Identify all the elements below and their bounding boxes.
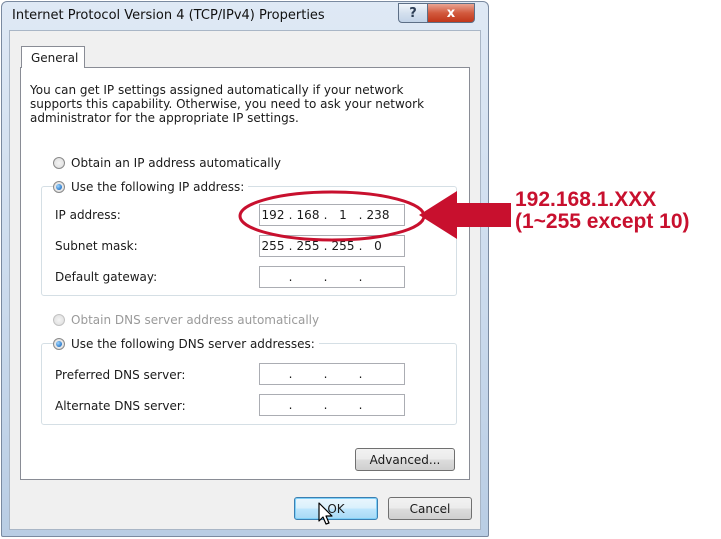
- octet-dot: .: [358, 367, 363, 381]
- tab-general[interactable]: General: [21, 46, 85, 68]
- close-button[interactable]: x: [427, 3, 475, 23]
- use-following-ip-radio[interactable]: Use the following IP address:: [53, 180, 249, 194]
- obtain-ip-auto-radio[interactable]: Obtain an IP address automatically: [53, 156, 286, 170]
- window-title: Internet Protocol Version 4 (TCP/IPv4) P…: [12, 8, 325, 23]
- radio-circle-checked: [53, 338, 65, 350]
- advanced-button[interactable]: Advanced...: [355, 448, 455, 471]
- octet-dot: .: [323, 398, 328, 412]
- octet-dot: .: [358, 270, 363, 284]
- octet: 192: [261, 208, 285, 222]
- octet: 0: [374, 239, 382, 253]
- octet: 255: [261, 239, 285, 253]
- octet-dot: .: [288, 208, 293, 222]
- radio-circle-checked: [53, 181, 65, 193]
- mouse-cursor-icon: [318, 502, 333, 525]
- octet-dot: .: [288, 239, 293, 253]
- callout-arrow-icon: [419, 191, 511, 239]
- use-following-dns-radio[interactable]: Use the following DNS server addresses:: [53, 337, 319, 351]
- description-text: You can get IP settings assigned automat…: [30, 83, 425, 125]
- obtain-ip-auto-label: Obtain an IP address automatically: [71, 156, 282, 170]
- octet: 255: [331, 239, 355, 253]
- obtain-dns-auto-label: Obtain DNS server address automatically: [71, 313, 320, 327]
- close-icon: x: [446, 5, 456, 21]
- default-gateway-input[interactable]: . . .: [259, 266, 405, 288]
- alternate-dns-input[interactable]: . . .: [259, 394, 405, 416]
- radio-circle: [53, 157, 65, 169]
- subnet-mask-label: Subnet mask:: [55, 239, 138, 253]
- octet: 168: [296, 208, 320, 222]
- ip-address-label: IP address:: [55, 208, 121, 222]
- octet-dot: .: [288, 270, 293, 284]
- use-following-dns-label: Use the following DNS server addresses:: [71, 337, 315, 351]
- ip-address-input[interactable]: 192. 168. 1. 238: [259, 204, 405, 226]
- cancel-button[interactable]: Cancel: [388, 497, 472, 520]
- ok-button[interactable]: OK: [294, 497, 378, 520]
- octet-dot: .: [288, 367, 293, 381]
- octet: 1: [339, 208, 347, 222]
- octet-dot: .: [358, 239, 363, 253]
- octet-dot: .: [323, 367, 328, 381]
- annotation-range-note: (1~255 except 10): [515, 210, 690, 233]
- help-button[interactable]: ?: [398, 3, 428, 23]
- octet-dot: .: [358, 208, 363, 222]
- obtain-dns-auto-radio[interactable]: Obtain DNS server address automatically: [53, 313, 324, 327]
- annotation-ip-pattern: 192.168.1.XXX: [515, 188, 657, 211]
- octet-dot: .: [288, 398, 293, 412]
- preferred-dns-label: Preferred DNS server:: [55, 368, 186, 382]
- octet-dot: .: [323, 270, 328, 284]
- alternate-dns-label: Alternate DNS server:: [55, 399, 186, 413]
- subnet-mask-input[interactable]: 255. 255. 255. 0: [259, 235, 405, 257]
- radio-circle-disabled: [53, 314, 65, 326]
- octet: 255: [296, 239, 320, 253]
- octet-dot: .: [323, 208, 328, 222]
- help-icon: ?: [409, 5, 417, 21]
- octet-dot: .: [323, 239, 328, 253]
- octet: 238: [366, 208, 390, 222]
- octet-dot: .: [358, 398, 363, 412]
- default-gateway-label: Default gateway:: [55, 270, 158, 284]
- use-following-ip-label: Use the following IP address:: [71, 180, 245, 194]
- preferred-dns-input[interactable]: . . .: [259, 363, 405, 385]
